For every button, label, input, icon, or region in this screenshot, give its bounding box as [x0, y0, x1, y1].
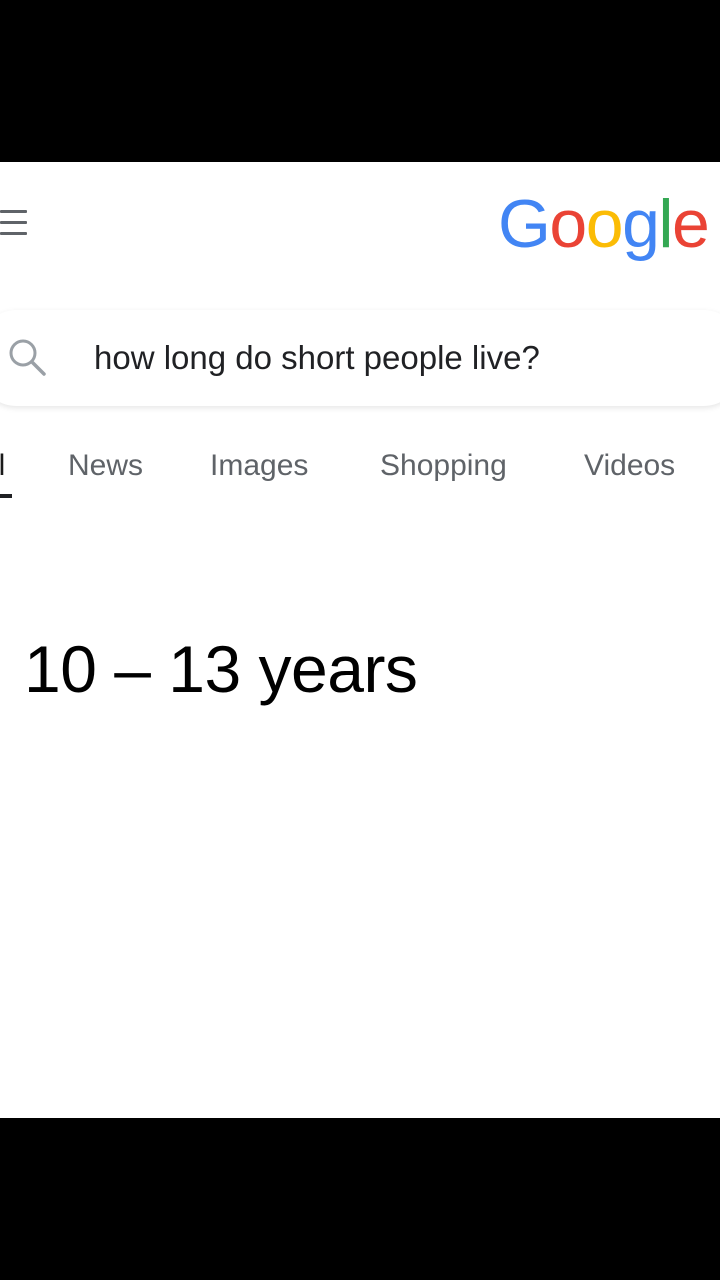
tab-shopping[interactable]: Shopping [380, 444, 507, 494]
letterbox-bottom [0, 1118, 720, 1280]
logo-letter-4: g [622, 186, 660, 262]
logo-letter-3: o [585, 186, 624, 262]
search-box[interactable]: how long do short people live? [0, 310, 720, 406]
featured-answer: 10 – 13 years [24, 632, 418, 706]
active-tab-indicator [0, 494, 12, 498]
google-search-screen: Google how long do short people live? ll… [0, 162, 720, 1118]
logo-letter-5: l [658, 186, 673, 262]
search-icon[interactable] [6, 336, 50, 380]
hamburger-menu-icon[interactable] [0, 208, 30, 238]
tab-news[interactable]: News [68, 444, 143, 494]
search-tabs: ll News Images Shopping Videos [0, 444, 720, 504]
google-logo[interactable]: Google [498, 184, 710, 264]
tab-videos[interactable]: Videos [584, 444, 675, 494]
logo-letter-1: G [498, 186, 551, 262]
search-input[interactable]: how long do short people live? [94, 336, 540, 380]
letterbox-top [0, 0, 720, 162]
tab-all-label: ll [0, 449, 6, 482]
tab-images[interactable]: Images [210, 444, 308, 494]
logo-letter-2: o [549, 186, 587, 262]
tab-all[interactable]: ll [0, 444, 12, 498]
logo-letter-6: e [672, 186, 710, 262]
